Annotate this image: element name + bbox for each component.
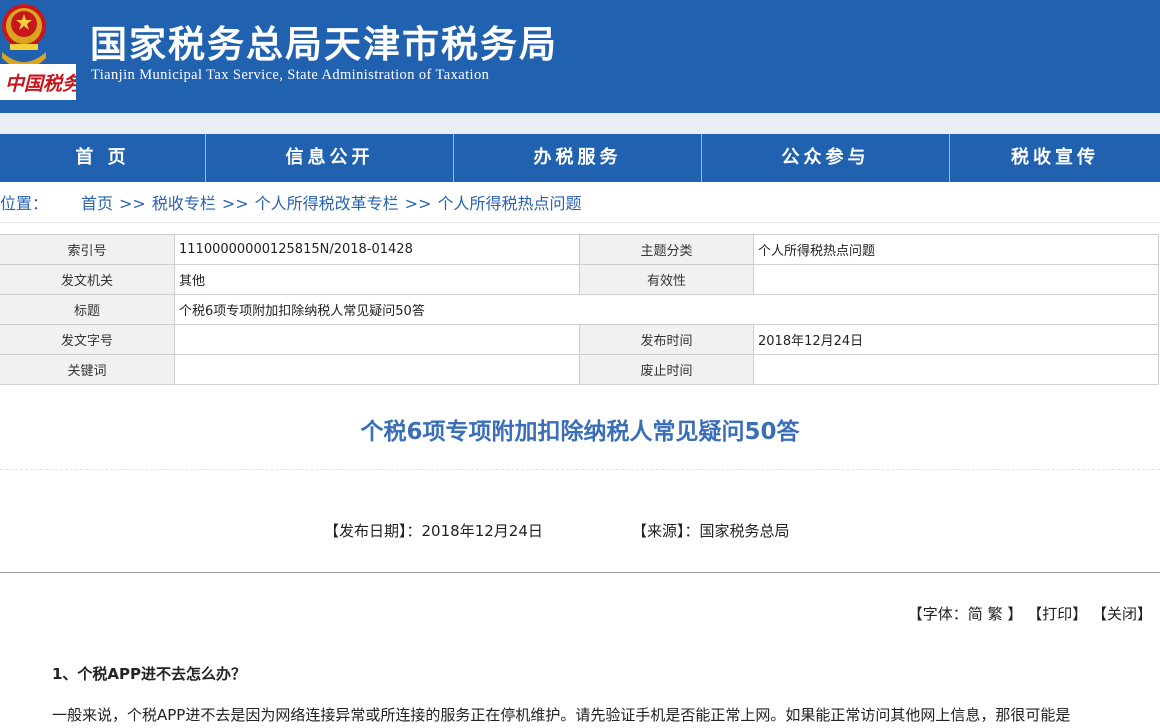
breadcrumb-home-link[interactable]: 首页 xyxy=(81,194,113,213)
publish-date-meta: 【发布日期】：2018年12月24日 xyxy=(324,520,543,541)
site-header: 中国税务 国家税务总局天津市税务局 Tianjin Municipal Tax … xyxy=(0,0,1160,113)
svg-text:中国税务: 中国税务 xyxy=(5,73,76,95)
table-row: 标题 个税6项专项附加扣除纳税人常见疑问50答 xyxy=(0,294,1159,325)
source-value: 国家税务总局 xyxy=(699,522,790,540)
abolish-time-value xyxy=(753,354,1159,385)
index-value: 11100000000125815N/2018-01428 xyxy=(174,234,580,265)
breadcrumb-tax-column-link[interactable]: 税收专栏 xyxy=(152,194,216,213)
site-title: 国家税务总局天津市税务局 xyxy=(90,22,558,66)
nav-home[interactable]: 首 页 xyxy=(0,134,206,182)
source-meta: 【来源】：国家税务总局 xyxy=(632,520,790,541)
site-subtitle: Tianjin Municipal Tax Service, State Adm… xyxy=(91,67,490,83)
doc-number-value xyxy=(174,324,580,355)
abolish-time-label: 废止时间 xyxy=(579,354,754,385)
breadcrumb: 位置： 首页 >> 税收专栏 >> 个人所得税改革专栏 >> 个人所得税热点问题 xyxy=(0,191,582,217)
table-row: 发文字号 发布时间 2018年12月24日 xyxy=(0,324,1159,355)
topic-label: 主题分类 xyxy=(579,234,754,265)
source-label: 【来源】： xyxy=(632,522,700,540)
issuer-value: 其他 xyxy=(174,264,580,295)
table-row: 发文机关 其他 有效性 xyxy=(0,264,1159,295)
publish-date-value: 2018年12月24日 xyxy=(421,522,543,540)
article-title: 个税6项专项附加扣除纳税人常见疑问50答 xyxy=(360,419,800,445)
answer-paragraph: 一般来说，个税APP进不去是因为网络连接异常或所连接的服务正在停机维护。请先验证… xyxy=(52,706,1071,724)
breadcrumb-separator: >> xyxy=(221,194,249,213)
publish-time-label: 发布时间 xyxy=(579,324,754,355)
article-tools: 【字体：简 繁 】 【打印】 【关闭】 xyxy=(908,603,1152,624)
topic-value: 个人所得税热点问题 xyxy=(753,234,1159,265)
main-nav: 首 页 信息公开 办税服务 公众参与 税收宣传 xyxy=(0,134,1160,182)
publish-time-value: 2018年12月24日 xyxy=(753,324,1159,355)
content-divider xyxy=(0,572,1160,573)
doc-number-label: 发文字号 xyxy=(0,324,175,355)
keywords-value xyxy=(174,354,580,385)
document-info-table: 索引号 11100000000125815N/2018-01428 主题分类 个… xyxy=(0,234,1159,385)
nav-info-disclosure[interactable]: 信息公开 xyxy=(206,134,454,182)
title-divider xyxy=(0,469,1160,470)
header-divider-strip xyxy=(0,113,1160,134)
tax-emblem-logo[interactable]: 中国税务 xyxy=(0,0,76,100)
table-row: 关键词 废止时间 xyxy=(0,354,1159,385)
font-simplified-button[interactable]: 简 xyxy=(968,605,983,623)
font-close-bracket: 】 xyxy=(1007,605,1023,623)
title-value: 个税6项专项附加扣除纳税人常见疑问50答 xyxy=(174,294,1159,325)
close-button[interactable]: 【关闭】 xyxy=(1092,605,1152,623)
breadcrumb-iit-reform-link[interactable]: 个人所得税改革专栏 xyxy=(255,194,399,213)
table-row: 索引号 11100000000125815N/2018-01428 主题分类 个… xyxy=(0,234,1159,265)
publish-date-label: 【发布日期】： xyxy=(324,522,422,540)
breadcrumb-separator: >> xyxy=(404,194,432,213)
breadcrumb-label: 位置： xyxy=(0,194,49,213)
validity-label: 有效性 xyxy=(579,264,754,295)
breadcrumb-iit-hot-issues-link[interactable]: 个人所得税热点问题 xyxy=(437,194,581,213)
print-button[interactable]: 【打印】 xyxy=(1027,605,1087,623)
title-label: 标题 xyxy=(0,294,175,325)
issuer-label: 发文机关 xyxy=(0,264,175,295)
validity-value xyxy=(753,264,1159,295)
nav-public-participation[interactable]: 公众参与 xyxy=(702,134,950,182)
nav-tax-publicity[interactable]: 税收宣传 xyxy=(950,134,1160,182)
font-size-label: 【字体： xyxy=(907,605,968,623)
keywords-label: 关键词 xyxy=(0,354,175,385)
breadcrumb-divider xyxy=(0,222,1160,223)
index-label: 索引号 xyxy=(0,234,175,265)
nav-tax-services[interactable]: 办税服务 xyxy=(454,134,702,182)
question-heading: 1、个税APP进不去怎么办？ xyxy=(52,665,247,683)
breadcrumb-separator: >> xyxy=(119,194,146,213)
font-traditional-button[interactable]: 繁 xyxy=(988,605,1003,623)
